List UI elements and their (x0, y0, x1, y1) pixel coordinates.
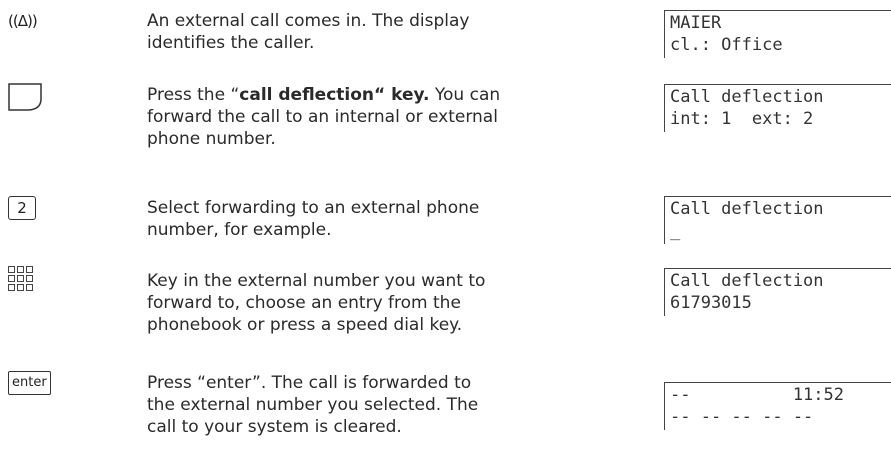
display-line-2: cl.: Office (670, 35, 783, 55)
display-panel: Call deflection _ (664, 196, 891, 244)
step-text: Press “enter”. The call is forwarded to … (147, 373, 479, 437)
key-name: call deflection“ key. (239, 85, 430, 105)
display-line-1: -- 11:52 (670, 385, 844, 405)
step-text: An external call comes in. The display i… (147, 11, 470, 53)
display-line-1: Call deflection (670, 199, 824, 219)
enter-key-icon: enter (8, 371, 51, 395)
display-line-2: _ (670, 221, 681, 241)
display-line-2: 61793015 (670, 293, 752, 313)
display-panel: MAIER cl.: Office (664, 10, 891, 58)
display-panel: Call deflection int: 1 ext: 2 (664, 84, 891, 132)
display-line-1: Call deflection (670, 271, 824, 291)
display-line-1: MAIER (670, 13, 722, 33)
display-panel: -- 11:52 -- -- -- -- -- (664, 382, 891, 430)
display-panel: Call deflection 61793015 (664, 268, 891, 316)
step-text: Select forwarding to an external phone n… (147, 198, 480, 240)
step-text: Key in the external number you want to f… (147, 271, 486, 335)
step-text: Press the “call deflection“ key. You can… (147, 84, 502, 150)
digit-key-icon: 2 (8, 196, 36, 220)
ringing-icon: ((Δ)) (8, 12, 38, 30)
call-deflection-key-icon (8, 83, 42, 115)
display-line-2: -- -- -- -- -- (670, 407, 814, 427)
text-prefix: Press the “ (147, 85, 240, 105)
display-line-2: int: 1 ext: 2 (670, 109, 814, 129)
display-line-1: Call deflection (670, 87, 824, 107)
keypad-icon (8, 266, 33, 291)
